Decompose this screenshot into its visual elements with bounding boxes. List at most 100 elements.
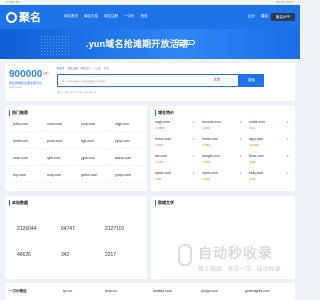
nav-item[interactable]: 建站 — [261, 14, 268, 19]
special-panel: 域名特价 mqju.com ♦ ￥3880 huocha.com ♦ ￥200 cnhtz.… — [151, 106, 295, 191]
special-domain[interactable]: mqju.com — [155, 120, 170, 124]
nav-item[interactable]: 企业 — [248, 14, 255, 19]
fire-icon: ♦ — [287, 120, 289, 124]
watermark-title: 自动秒收录 — [198, 245, 273, 261]
hot-domain[interactable]: aimft.com — [13, 139, 28, 143]
search-select[interactable]: 全选 — [214, 77, 220, 81]
special-domain[interactable]: szogdt.com — [202, 154, 220, 158]
fire-icon: ♦ — [240, 120, 242, 124]
bottom-item[interactable]: dzvp.cn — [105, 289, 117, 293]
user-count: 900000 — [9, 69, 43, 80]
special-domain[interactable]: fbxw.com — [249, 154, 264, 158]
main-nav: 聚名 域名首页 域名交易 域名注册 一口价 拍卖 企业 建站 聚名APP — [0, 5, 300, 29]
special-price: ￥80 — [155, 177, 162, 181]
special-domain[interactable]: kbtq.com — [249, 171, 263, 175]
hot-domain[interactable]: zxah.com — [13, 156, 28, 160]
special-price: ￥10 — [249, 126, 256, 130]
banner-button[interactable]: 立即查看 — [177, 40, 195, 45]
fire-icon: ♦ — [193, 137, 195, 141]
topbar-left[interactable]: 客户服务 | 聚名 — [6, 1, 20, 4]
special-domain[interactable]: huocha.com — [202, 120, 221, 124]
hot-suffixes[interactable]: 热门: .com .cn .net .top .xyz .vip .cc — [57, 90, 96, 94]
special-price: ￥200 — [202, 160, 211, 164]
special-price: ￥3880 — [155, 126, 165, 130]
hot-domain[interactable]: xcxw.com — [47, 122, 62, 126]
nav-right: 企业 建站 — [248, 14, 268, 19]
banner-title: .yun域名抢滩期开放活动 — [86, 39, 189, 49]
stats-panel: 本站数据 2126044 64747 2127101 46626 342 2217 — [5, 196, 147, 279]
hot-domain[interactable]: wdnw.com — [115, 156, 131, 160]
row-divider — [9, 182, 143, 183]
logo-text: 聚名 — [19, 12, 41, 24]
search-tab[interactable]: 域名过户 — [81, 66, 91, 70]
hot-panel: 热门推荐 jubiq.com xcxw.com xpqt.com ztgjt.com a… — [5, 106, 147, 191]
logo-icon — [6, 11, 17, 23]
watermark-subtitle: 做上链接 · 来访一次 · 自动收录 — [198, 267, 281, 273]
fire-icon: ♦ — [193, 171, 195, 175]
panel-title: 本站数据 — [9, 200, 28, 206]
hot-domain[interactable]: yjpa.com — [81, 156, 95, 160]
bottom-item[interactable]: pkogo.com — [201, 289, 218, 293]
hot-domain[interactable]: rgkf.com — [47, 156, 60, 160]
fire-icon: ♦ — [287, 171, 289, 175]
special-domain[interactable]: npwh.com — [155, 171, 171, 175]
row-divider — [9, 131, 143, 132]
hot-domain[interactable]: ncqr.com — [47, 173, 61, 177]
hot-domain[interactable]: ztgjt.com — [115, 122, 129, 126]
nav-item[interactable]: 域名注册 — [104, 14, 118, 19]
stat-number: 2127101 — [105, 226, 125, 232]
search-button[interactable]: 搜索 — [239, 74, 264, 87]
panel-title: 购域文学 — [155, 200, 174, 206]
search-tabs: 精品查 域名注册 域名过户 一口价 综合 — [57, 66, 109, 70]
hot-domain[interactable]: tqjx.com — [81, 139, 94, 143]
hot-domain[interactable]: ypqm.com — [115, 173, 131, 177]
topbar-right[interactable]: 登录 注册 | 会员中心 — [276, 1, 294, 4]
special-price: ￥1390 — [249, 143, 259, 147]
promo-banner[interactable]: .yun域名抢滩期开放活动 立即查看 — [0, 29, 300, 59]
search-input[interactable]: 输入关键字搜索,以空格分隔多个关键词 — [57, 74, 239, 87]
nav-item[interactable]: 一口价 — [124, 14, 135, 19]
search-tab[interactable]: 精品查 — [57, 66, 65, 70]
hot-domain[interactable]: gdhm.com — [81, 173, 97, 177]
bottom-title: 一口价精选 — [9, 289, 27, 293]
search-tab[interactable]: 综合 — [104, 66, 109, 70]
search-tab[interactable]: 域名注册 — [68, 66, 78, 70]
hot-domain[interactable]: jubiq.com — [13, 122, 28, 126]
search-panel: 900000 +用户 聚名网域名注册交易平台 juming.com 精品查 域名… — [5, 63, 295, 101]
user-count-suffix: +用户 — [43, 72, 50, 75]
special-domain[interactable]: rtxhm.com — [155, 137, 171, 141]
special-domain[interactable]: xpmh.com — [202, 171, 218, 175]
nav-item[interactable]: 域名首页 — [64, 14, 78, 19]
hot-domain[interactable]: xpqt.com — [81, 122, 95, 126]
search-desc-sub: juming.com — [9, 86, 22, 89]
hot-domain[interactable]: kryr.com — [13, 173, 26, 177]
search-tab[interactable]: 一口价 — [94, 66, 102, 70]
stat-number: 342 — [61, 252, 70, 258]
hot-domain[interactable]: zjpyi.com — [115, 139, 130, 143]
stat-number: 2126044 — [17, 226, 37, 232]
special-price: ￥46 — [249, 177, 256, 181]
row-divider — [9, 148, 143, 149]
nav-item[interactable]: 域名交易 — [84, 14, 98, 19]
fire-icon: ♦ — [240, 137, 242, 141]
fire-icon: ♦ — [193, 154, 195, 158]
search-desc: 聚名网域名注册交易平台 — [9, 81, 43, 85]
bottom-item[interactable]: godenights.com — [245, 289, 270, 293]
fire-icon: ♦ — [240, 154, 242, 158]
site-logo[interactable]: 聚名 — [6, 10, 42, 24]
special-domain[interactable]: ixtt.com — [155, 154, 167, 158]
stat-number: 2217 — [105, 252, 117, 258]
bottom-item[interactable]: doidwa.com — [153, 289, 172, 293]
special-price: ￥200 — [202, 126, 211, 130]
app-button[interactable]: 聚名APP — [271, 13, 295, 21]
hot-domain[interactable]: pxrm.com — [47, 139, 62, 143]
watermark: 自动秒收录 做上链接 · 来访一次 · 自动收录 — [178, 242, 294, 278]
special-domain[interactable]: cnhtz.com — [249, 120, 265, 124]
special-price: ￥200 — [155, 143, 164, 147]
bottom-item[interactable]: tpc.cn — [63, 289, 72, 293]
special-domain[interactable]: bhztx.com — [202, 137, 218, 141]
panel-title: 热门推荐 — [9, 110, 28, 116]
row-divider — [9, 165, 143, 166]
nav-item[interactable]: 拍卖 — [141, 14, 148, 19]
special-domain[interactable]: lzjpy.com — [249, 137, 263, 141]
